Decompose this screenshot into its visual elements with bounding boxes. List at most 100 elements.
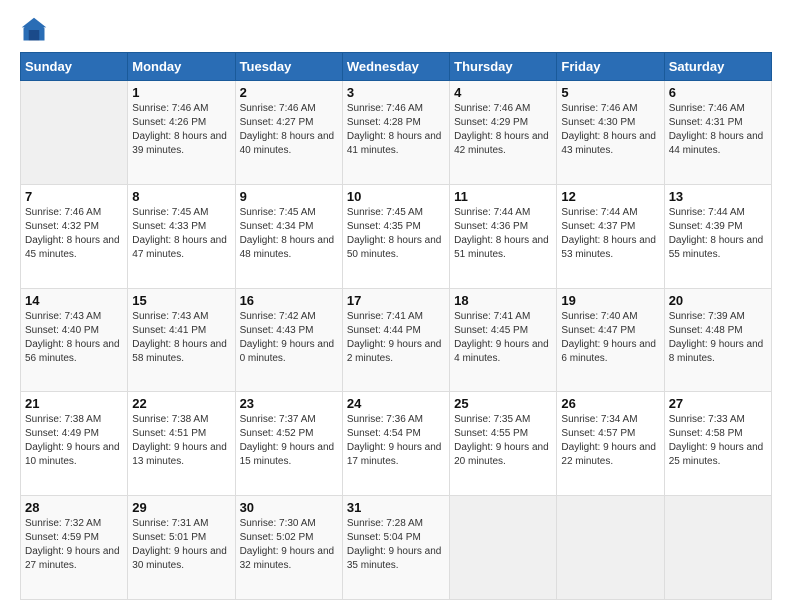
- logo-icon: [20, 16, 48, 44]
- day-header-sunday: Sunday: [21, 53, 128, 81]
- calendar-header-row: SundayMondayTuesdayWednesdayThursdayFrid…: [21, 53, 772, 81]
- day-number: 5: [561, 85, 659, 100]
- day-info: Sunrise: 7:46 AMSunset: 4:30 PMDaylight:…: [561, 102, 659, 158]
- day-info: Sunrise: 7:39 AMSunset: 4:48 PMDaylight:…: [669, 310, 767, 366]
- day-number: 24: [347, 396, 445, 411]
- calendar-week-row: 7 Sunrise: 7:46 AMSunset: 4:32 PMDaylight…: [21, 184, 772, 288]
- calendar-cell: 20Sunrise: 7:39 AMSunset: 4:48 PMDayligh…: [664, 288, 771, 392]
- day-info: Sunrise: 7:40 AMSunset: 4:47 PMDaylight:…: [561, 310, 659, 366]
- calendar-cell: 29 Sunrise: 7:31 AMSunset: 5:01 PMDayligh…: [128, 496, 235, 600]
- day-info: Sunrise: 7:41 AMSunset: 4:44 PMDaylight:…: [347, 310, 445, 366]
- day-number: 21: [25, 396, 123, 411]
- day-number: 28: [25, 500, 123, 515]
- day-info: Sunrise: 7:45 AMSunset: 4:34 PMDaylight:…: [240, 206, 338, 262]
- day-number: 22: [132, 396, 230, 411]
- day-number: 10: [347, 189, 445, 204]
- day-number: 12: [561, 189, 659, 204]
- calendar-cell: 10 Sunrise: 7:45 AMSunset: 4:35 PMDayligh…: [342, 184, 449, 288]
- calendar-week-row: 1 Sunrise: 7:46 AMSunset: 4:26 PMDaylight…: [21, 81, 772, 185]
- calendar-cell: 19 Sunrise: 7:40 AMSunset: 4:47 PMDayligh…: [557, 288, 664, 392]
- day-info: Sunrise: 7:46 AMSunset: 4:28 PMDaylight:…: [347, 102, 445, 158]
- day-number: 1: [132, 85, 230, 100]
- calendar-cell: 13 Sunrise: 7:44 AMSunset: 4:39 PMDayligh…: [664, 184, 771, 288]
- calendar-cell: 8Sunrise: 7:45 AMSunset: 4:33 PMDaylight…: [128, 184, 235, 288]
- day-header-friday: Friday: [557, 53, 664, 81]
- day-info: Sunrise: 7:42 AMSunset: 4:43 PMDaylight:…: [240, 310, 338, 366]
- calendar-week-row: 28 Sunrise: 7:32 AMSunset: 4:59 PMDayligh…: [21, 496, 772, 600]
- day-number: 9: [240, 189, 338, 204]
- day-info: Sunrise: 7:46 AMSunset: 4:32 PMDaylight:…: [25, 206, 123, 262]
- day-info: Sunrise: 7:41 AMSunset: 4:45 PMDaylight:…: [454, 310, 552, 366]
- calendar-cell: [450, 496, 557, 600]
- day-header-thursday: Thursday: [450, 53, 557, 81]
- day-number: 23: [240, 396, 338, 411]
- calendar-cell: 26 Sunrise: 7:34 AMSunset: 4:57 PMDayligh…: [557, 392, 664, 496]
- day-number: 30: [240, 500, 338, 515]
- calendar-cell: 17 Sunrise: 7:41 AMSunset: 4:44 PMDayligh…: [342, 288, 449, 392]
- day-number: 8: [132, 189, 230, 204]
- day-info: Sunrise: 7:31 AMSunset: 5:01 PMDaylight:…: [132, 517, 230, 573]
- day-number: 4: [454, 85, 552, 100]
- day-info: Sunrise: 7:28 AMSunset: 5:04 PMDaylight:…: [347, 517, 445, 573]
- day-info: Sunrise: 7:43 AMSunset: 4:41 PMDaylight:…: [132, 310, 230, 366]
- day-info: Sunrise: 7:36 AMSunset: 4:54 PMDaylight:…: [347, 413, 445, 469]
- calendar-cell: 1 Sunrise: 7:46 AMSunset: 4:26 PMDaylight…: [128, 81, 235, 185]
- calendar-cell: 12Sunrise: 7:44 AMSunset: 4:37 PMDayligh…: [557, 184, 664, 288]
- day-info: Sunrise: 7:46 AMSunset: 4:29 PMDaylight:…: [454, 102, 552, 158]
- calendar-week-row: 14Sunrise: 7:43 AMSunset: 4:40 PMDayligh…: [21, 288, 772, 392]
- day-info: Sunrise: 7:34 AMSunset: 4:57 PMDaylight:…: [561, 413, 659, 469]
- day-number: 17: [347, 293, 445, 308]
- day-info: Sunrise: 7:33 AMSunset: 4:58 PMDaylight:…: [669, 413, 767, 469]
- day-header-tuesday: Tuesday: [235, 53, 342, 81]
- calendar-cell: 30Sunrise: 7:30 AMSunset: 5:02 PMDayligh…: [235, 496, 342, 600]
- header: [20, 16, 772, 44]
- day-info: Sunrise: 7:46 AMSunset: 4:26 PMDaylight:…: [132, 102, 230, 158]
- calendar-cell: 11Sunrise: 7:44 AMSunset: 4:36 PMDayligh…: [450, 184, 557, 288]
- day-number: 3: [347, 85, 445, 100]
- day-info: Sunrise: 7:35 AMSunset: 4:55 PMDaylight:…: [454, 413, 552, 469]
- calendar-cell: 2 Sunrise: 7:46 AMSunset: 4:27 PMDaylight…: [235, 81, 342, 185]
- day-number: 13: [669, 189, 767, 204]
- calendar-cell: 23 Sunrise: 7:37 AMSunset: 4:52 PMDayligh…: [235, 392, 342, 496]
- day-number: 19: [561, 293, 659, 308]
- calendar-cell: 24 Sunrise: 7:36 AMSunset: 4:54 PMDayligh…: [342, 392, 449, 496]
- day-info: Sunrise: 7:46 AMSunset: 4:27 PMDaylight:…: [240, 102, 338, 158]
- calendar-cell: [557, 496, 664, 600]
- day-info: Sunrise: 7:44 AMSunset: 4:36 PMDaylight:…: [454, 206, 552, 262]
- day-number: 16: [240, 293, 338, 308]
- day-info: Sunrise: 7:43 AMSunset: 4:40 PMDaylight:…: [25, 310, 123, 366]
- day-number: 29: [132, 500, 230, 515]
- day-number: 6: [669, 85, 767, 100]
- page: SundayMondayTuesdayWednesdayThursdayFrid…: [0, 0, 792, 612]
- day-info: Sunrise: 7:38 AMSunset: 4:51 PMDaylight:…: [132, 413, 230, 469]
- calendar-cell: 25 Sunrise: 7:35 AMSunset: 4:55 PMDayligh…: [450, 392, 557, 496]
- calendar-cell: 22 Sunrise: 7:38 AMSunset: 4:51 PMDayligh…: [128, 392, 235, 496]
- calendar-cell: 3 Sunrise: 7:46 AMSunset: 4:28 PMDaylight…: [342, 81, 449, 185]
- day-number: 2: [240, 85, 338, 100]
- calendar-cell: 28 Sunrise: 7:32 AMSunset: 4:59 PMDayligh…: [21, 496, 128, 600]
- day-number: 15: [132, 293, 230, 308]
- calendar-cell: 14Sunrise: 7:43 AMSunset: 4:40 PMDayligh…: [21, 288, 128, 392]
- day-info: Sunrise: 7:38 AMSunset: 4:49 PMDaylight:…: [25, 413, 123, 469]
- day-info: Sunrise: 7:32 AMSunset: 4:59 PMDaylight:…: [25, 517, 123, 573]
- day-number: 25: [454, 396, 552, 411]
- logo: [20, 16, 52, 44]
- calendar-cell: [664, 496, 771, 600]
- day-info: Sunrise: 7:44 AMSunset: 4:39 PMDaylight:…: [669, 206, 767, 262]
- day-number: 7: [25, 189, 123, 204]
- calendar-cell: 7 Sunrise: 7:46 AMSunset: 4:32 PMDaylight…: [21, 184, 128, 288]
- day-header-wednesday: Wednesday: [342, 53, 449, 81]
- calendar-cell: 9 Sunrise: 7:45 AMSunset: 4:34 PMDaylight…: [235, 184, 342, 288]
- calendar-cell: 18 Sunrise: 7:41 AMSunset: 4:45 PMDayligh…: [450, 288, 557, 392]
- day-number: 27: [669, 396, 767, 411]
- day-header-monday: Monday: [128, 53, 235, 81]
- day-info: Sunrise: 7:37 AMSunset: 4:52 PMDaylight:…: [240, 413, 338, 469]
- calendar-cell: 21 Sunrise: 7:38 AMSunset: 4:49 PMDayligh…: [21, 392, 128, 496]
- day-number: 18: [454, 293, 552, 308]
- day-info: Sunrise: 7:45 AMSunset: 4:35 PMDaylight:…: [347, 206, 445, 262]
- calendar-cell: 5 Sunrise: 7:46 AMSunset: 4:30 PMDaylight…: [557, 81, 664, 185]
- calendar-table: SundayMondayTuesdayWednesdayThursdayFrid…: [20, 52, 772, 600]
- calendar-cell: [21, 81, 128, 185]
- day-number: 31: [347, 500, 445, 515]
- day-number: 26: [561, 396, 659, 411]
